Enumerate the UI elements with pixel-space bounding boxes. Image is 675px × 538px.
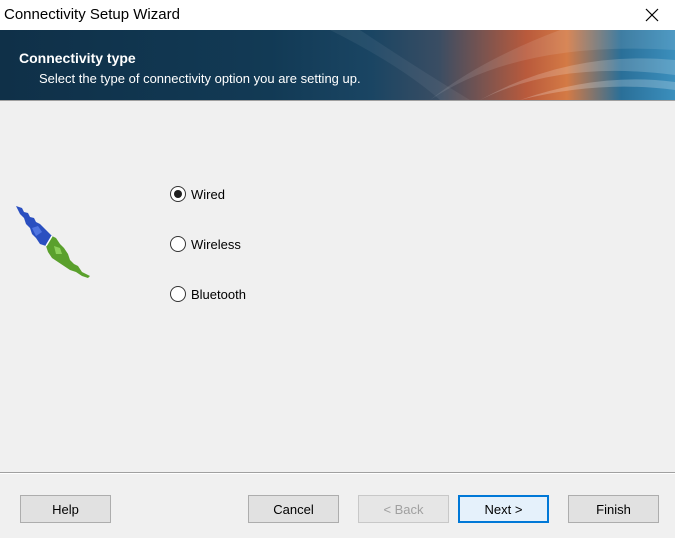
content-area (0, 101, 675, 472)
cancel-button[interactable]: Cancel (248, 495, 339, 523)
title-bar: Connectivity Setup Wizard (0, 0, 675, 30)
close-icon (645, 8, 659, 22)
radio-wireless[interactable] (170, 236, 186, 252)
option-bluetooth[interactable]: Bluetooth (170, 285, 246, 303)
finish-button[interactable]: Finish (568, 495, 659, 523)
close-button[interactable] (629, 0, 675, 30)
radio-bluetooth[interactable] (170, 286, 186, 302)
next-button[interactable]: Next > (458, 495, 549, 523)
option-wireless-label: Wireless (191, 236, 241, 252)
option-wired-label: Wired (191, 186, 225, 202)
wizard-header-banner: Connectivity type Select the type of con… (0, 30, 675, 100)
page-title: Connectivity type (19, 50, 136, 66)
radio-selected-dot (174, 190, 182, 198)
back-button[interactable]: < Back (358, 495, 449, 523)
footer-divider-highlight (0, 473, 675, 474)
window-title: Connectivity Setup Wizard (4, 6, 180, 23)
network-plug-icon (16, 206, 90, 278)
page-subtitle: Select the type of connectivity option y… (39, 71, 361, 86)
option-wired[interactable]: Wired (170, 185, 225, 203)
help-button[interactable]: Help (20, 495, 111, 523)
radio-wired[interactable] (170, 186, 186, 202)
option-bluetooth-label: Bluetooth (191, 286, 246, 302)
option-wireless[interactable]: Wireless (170, 235, 241, 253)
